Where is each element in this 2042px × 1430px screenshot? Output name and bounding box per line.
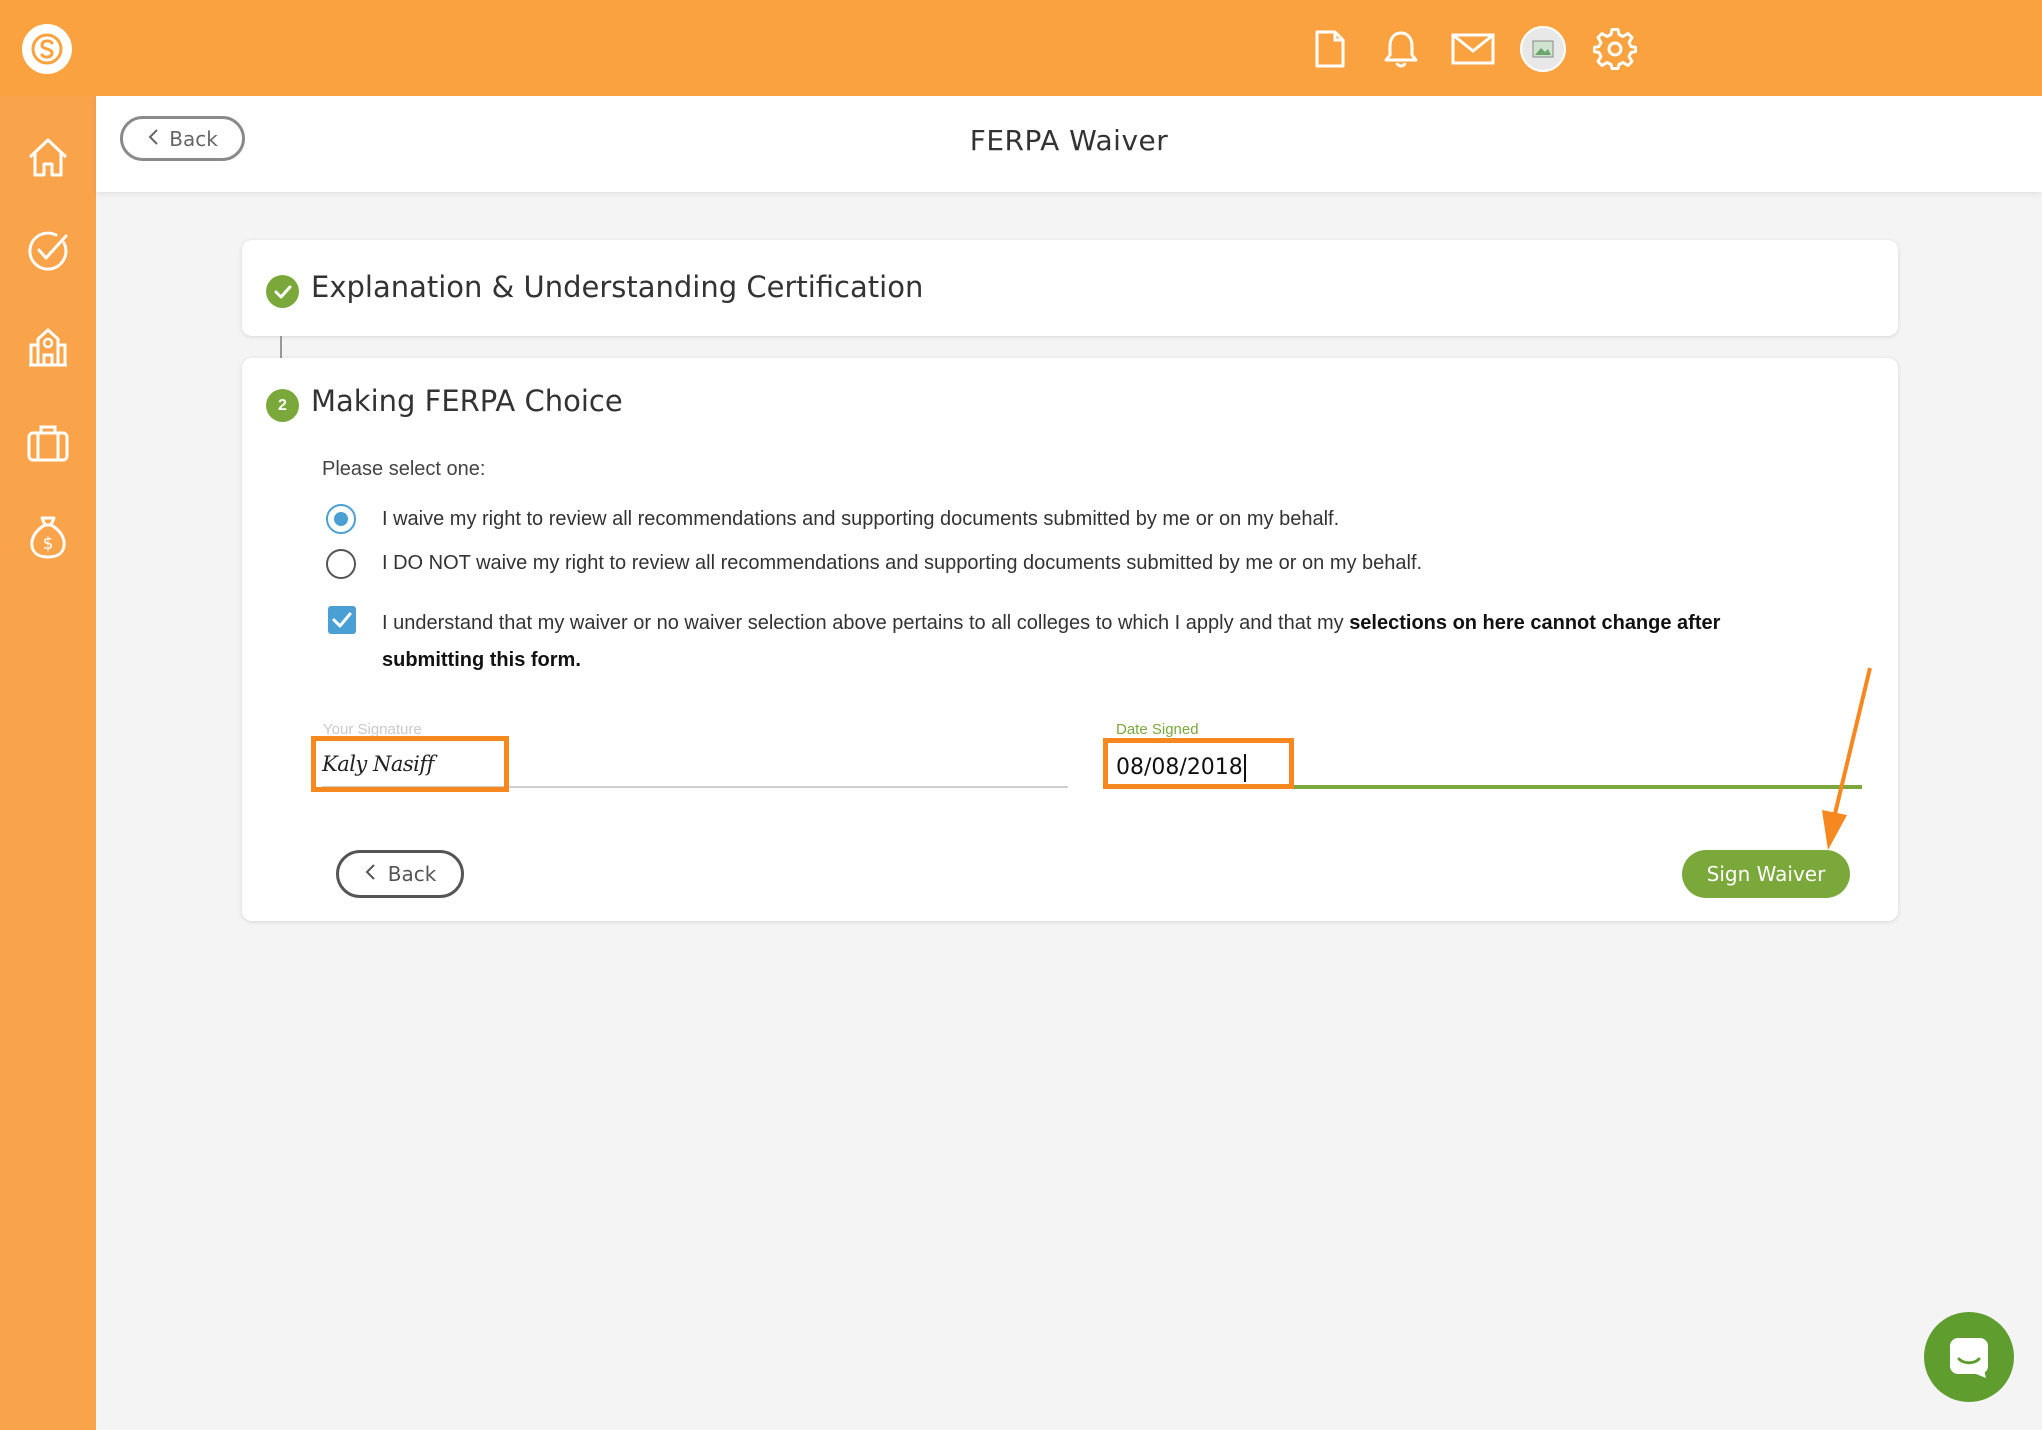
page-header: Back FERPA Waiver <box>96 96 2042 192</box>
certification-text-regular: I understand that my waiver or no waiver… <box>382 612 1350 634</box>
step-title: Making FERPA Choice <box>311 384 623 418</box>
step-card-explanation[interactable]: Explanation & Understanding Certificatio… <box>242 240 1898 336</box>
home-icon[interactable] <box>23 132 73 182</box>
chevron-left-icon <box>364 862 376 886</box>
college-icon[interactable] <box>23 322 73 372</box>
sign-waiver-button[interactable]: Sign Waiver <box>1682 850 1850 898</box>
not-waive-radio[interactable] <box>326 549 356 579</box>
mail-icon[interactable] <box>1448 24 1498 74</box>
page-title: FERPA Waiver <box>969 124 1169 157</box>
app-logo-icon[interactable] <box>22 24 72 74</box>
chat-bubble-icon <box>1950 1338 1988 1378</box>
svg-text:$: $ <box>43 534 54 554</box>
step-connector <box>280 336 282 358</box>
gear-icon[interactable] <box>1590 24 1640 74</box>
back-button[interactable]: Back <box>336 850 464 898</box>
checkmark-circle-icon[interactable] <box>23 226 73 276</box>
bell-icon[interactable] <box>1376 24 1426 74</box>
date-highlight-box <box>1103 738 1294 789</box>
sidebar: $ <box>0 96 96 1430</box>
document-icon[interactable] <box>1304 24 1354 74</box>
date-label: Date Signed <box>1116 721 1199 738</box>
not-waive-option-label[interactable]: I DO NOT waive my right to review all re… <box>382 552 1422 575</box>
top-bar <box>0 0 2042 96</box>
briefcase-icon[interactable] <box>23 418 73 468</box>
step-complete-check-icon <box>266 275 299 308</box>
selection-prompt: Please select one: <box>322 458 486 480</box>
signature-highlight-box <box>311 736 509 792</box>
back-button-label: Back <box>387 862 437 886</box>
chat-button[interactable] <box>1924 1312 2014 1402</box>
certification-checkbox[interactable] <box>328 606 356 634</box>
step-title: Explanation & Understanding Certificatio… <box>311 270 924 304</box>
avatar[interactable] <box>1518 24 1568 74</box>
step-number-badge: 2 <box>266 389 299 422</box>
money-bag-icon[interactable]: $ <box>23 512 73 562</box>
waive-radio[interactable] <box>326 504 356 534</box>
certification-text[interactable]: I understand that my waiver or no waiver… <box>382 605 1802 679</box>
waive-option-label[interactable]: I waive my right to review all recommend… <box>382 508 1339 531</box>
